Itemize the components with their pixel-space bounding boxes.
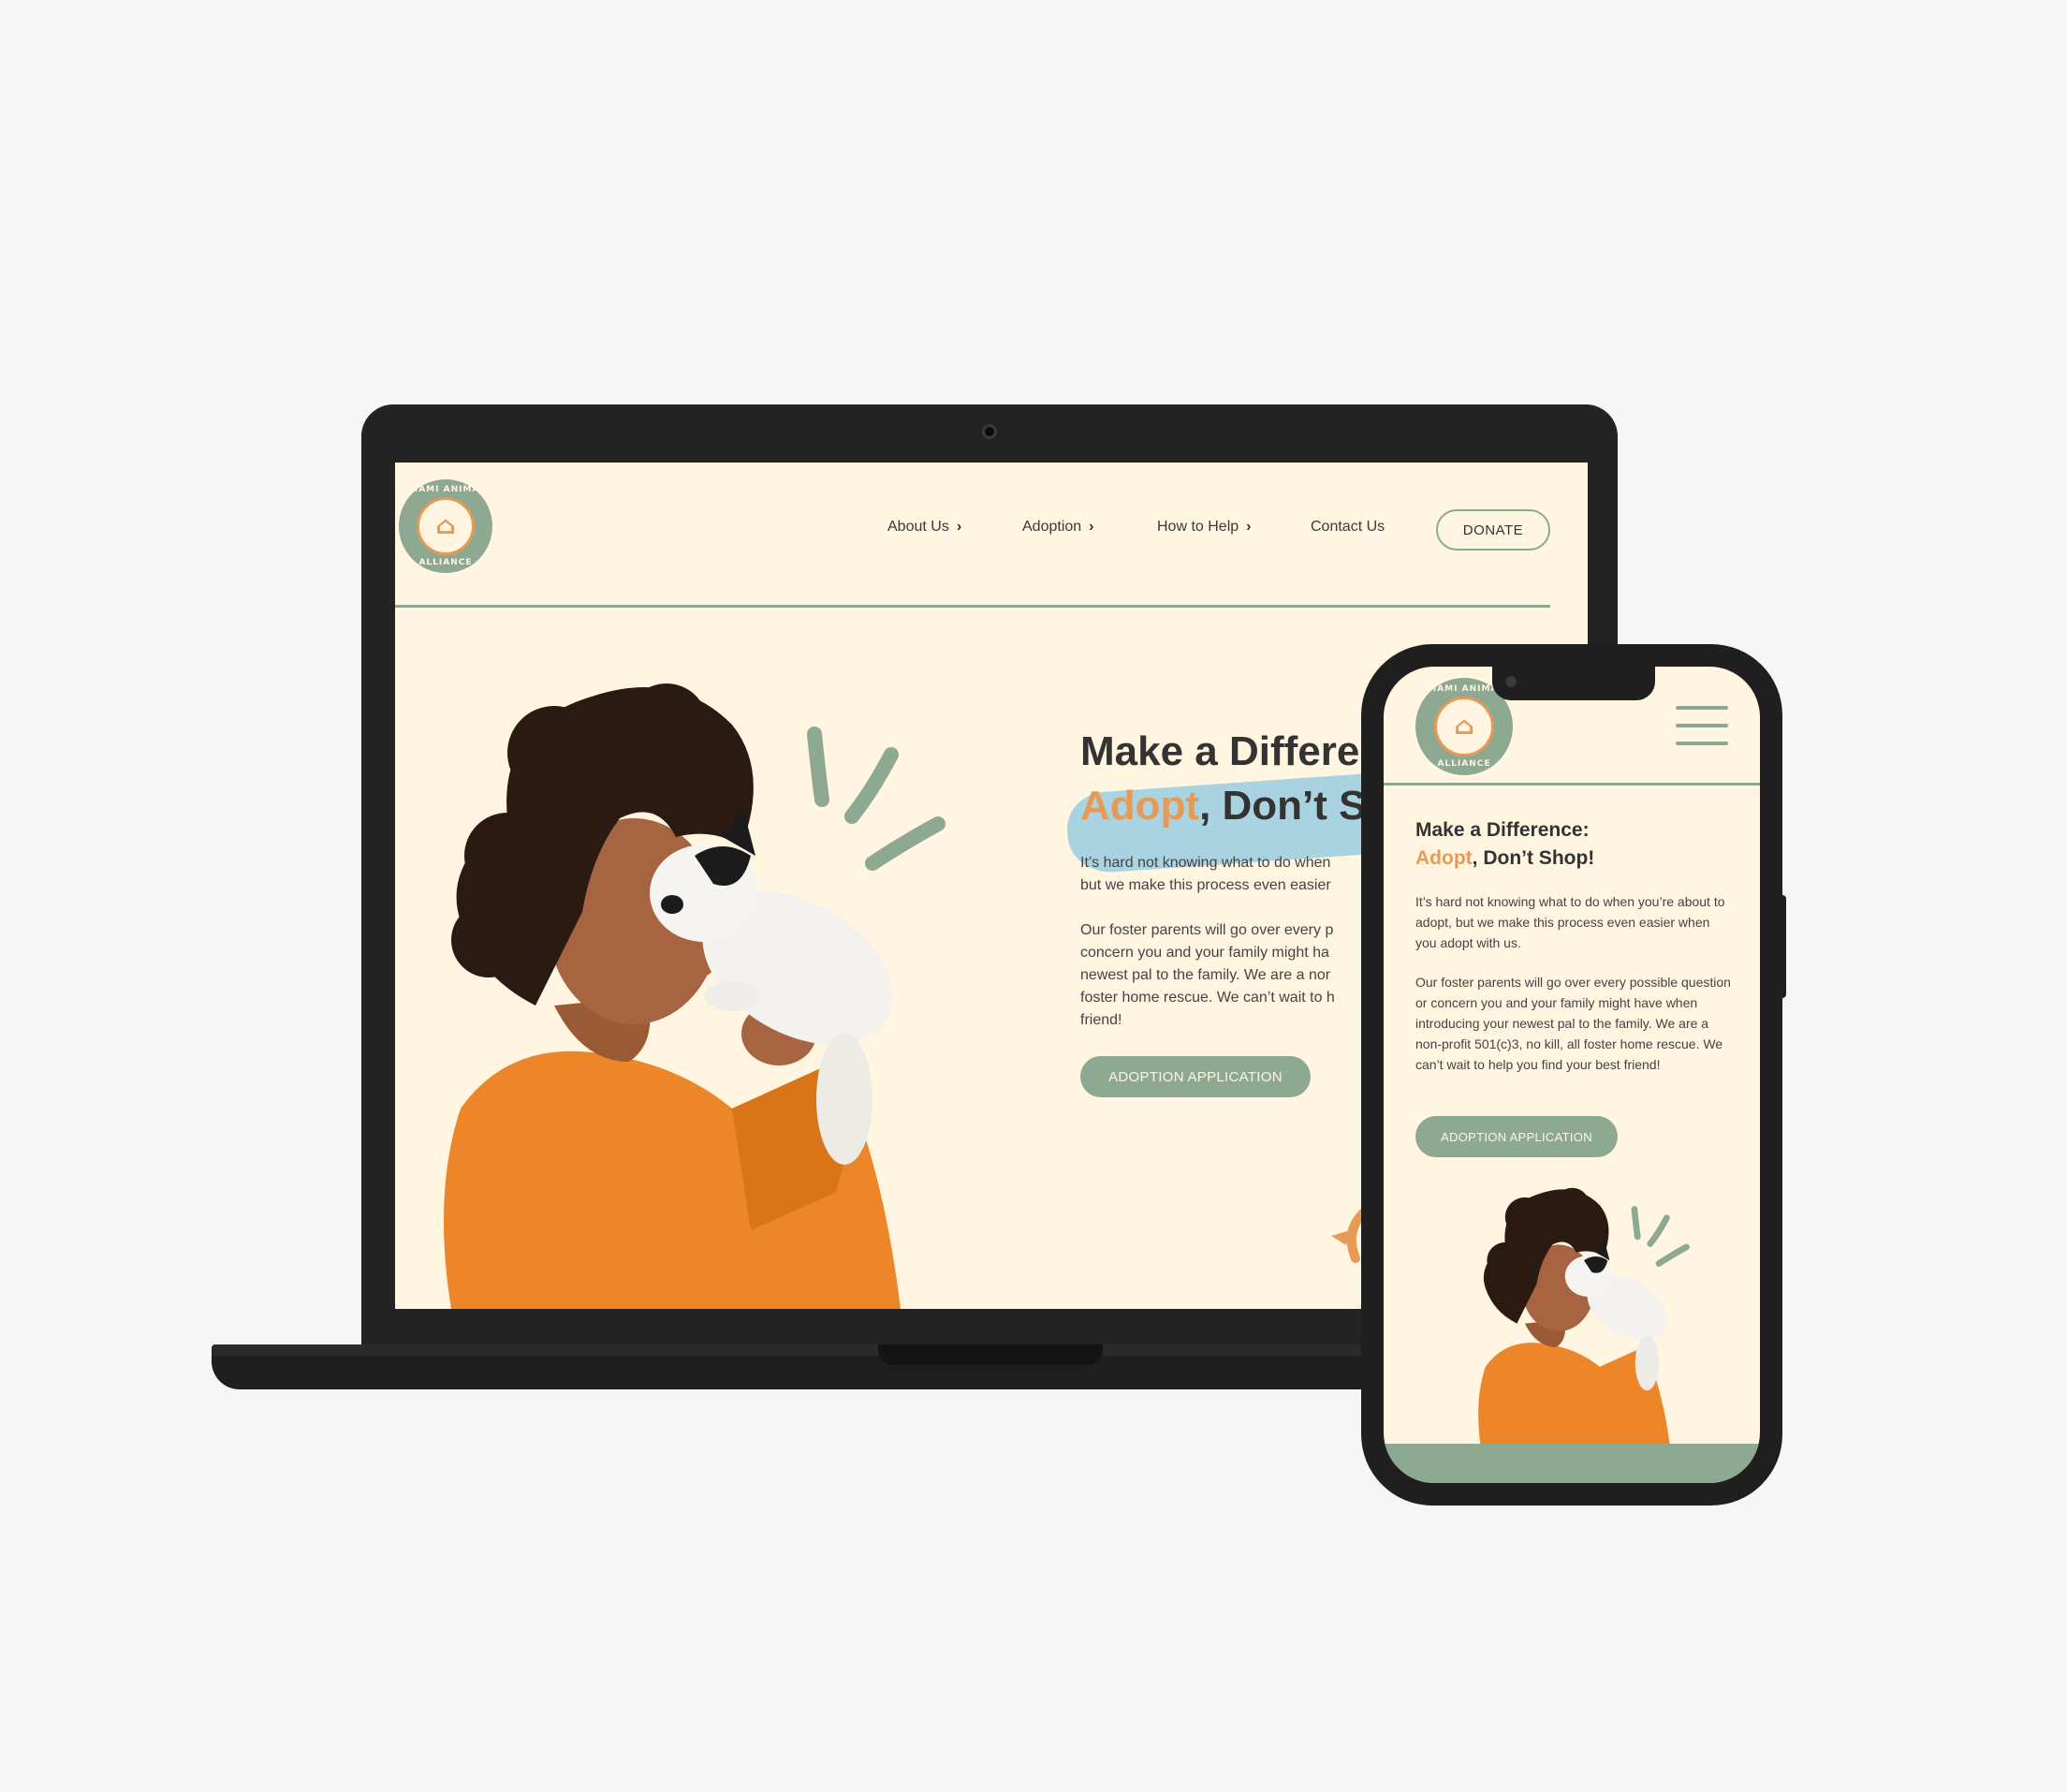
laptop-camera (982, 424, 997, 439)
logo-ring-bottom-text: ALLIANCE (418, 558, 473, 567)
hero-heading-line2-rest: , Don’t Shop! (1472, 847, 1595, 869)
hero-heading-line2: Adopt, Don’t S (1080, 779, 1367, 833)
chevron-right-icon: › (956, 519, 962, 535)
house-icon: ⌂ (1454, 712, 1474, 741)
hero-woman-puppy-image (444, 683, 946, 1309)
nav-item-contact-us[interactable]: Contact Us (1311, 519, 1385, 536)
main-nav: About Us › Adoption › How to Help › Cont… (395, 509, 1588, 551)
hero-heading-line1: Make a Difference: (1415, 819, 1590, 841)
phone-side-button (1779, 895, 1786, 998)
hero-paragraph-1: It’s hard not knowing what to do when yo… (1415, 894, 1725, 950)
nav-item-label: Adoption (1022, 519, 1082, 535)
donate-button[interactable]: DONATE (1436, 509, 1550, 551)
phone-device: MIAMI ANIMAL ⌂ ALLIANCE Make a Differenc… (1361, 644, 1786, 1506)
hero-heading-line1: Make a Differe (1080, 728, 1360, 774)
chevron-right-icon: › (1089, 519, 1094, 535)
hero-heading-line2: Adopt, Don’t Shop! (1415, 845, 1594, 873)
phone-notch (1492, 667, 1655, 700)
nav-item-label: How to Help (1157, 519, 1239, 535)
mobile-site: MIAMI ANIMAL ⌂ ALLIANCE Make a Differenc… (1384, 667, 1760, 1483)
header-divider (395, 605, 1550, 608)
logo-ring-bottom-text: ALLIANCE (1437, 759, 1491, 769)
hamburger-bar (1676, 724, 1728, 727)
nav-item-about-us[interactable]: About Us › (887, 519, 961, 536)
hero-paragraph-2: Our foster parents will go over every po… (1415, 975, 1731, 1072)
adoption-application-button[interactable]: ADOPTION APPLICATION (1080, 1056, 1311, 1097)
nav-item-label: Contact Us (1311, 519, 1385, 535)
logo-ring-top-text: MIAMI ANIMAL (404, 485, 487, 494)
laptop-trackpad-notch (878, 1344, 1103, 1365)
hero-woman-puppy-image (1478, 1187, 1690, 1451)
logo-badge: ⌂ (1434, 697, 1494, 756)
hamburger-bar (1676, 742, 1728, 745)
adoption-application-button[interactable]: ADOPTION APPLICATION (1415, 1116, 1618, 1157)
hero-heading-line2-rest: , Don’t S (1199, 783, 1367, 829)
nav-item-adoption[interactable]: Adoption › (1022, 519, 1094, 536)
chevron-right-icon: › (1246, 519, 1252, 535)
hero-heading: Make a Differe Adopt, Don’t S (1080, 725, 1367, 833)
header-divider (1384, 783, 1760, 786)
hero-heading-accent: Adopt (1080, 783, 1200, 829)
hamburger-menu-icon[interactable] (1676, 706, 1728, 745)
phone-camera (1505, 676, 1517, 687)
footer-band (1384, 1444, 1760, 1483)
nav-item-how-to-help[interactable]: How to Help › (1157, 519, 1251, 536)
nav-item-label: About Us (887, 519, 949, 535)
hamburger-bar (1676, 706, 1728, 710)
hero-heading-accent: Adopt (1415, 847, 1473, 869)
hero-heading: Make a Difference: Adopt, Don’t Shop! (1415, 816, 1594, 873)
